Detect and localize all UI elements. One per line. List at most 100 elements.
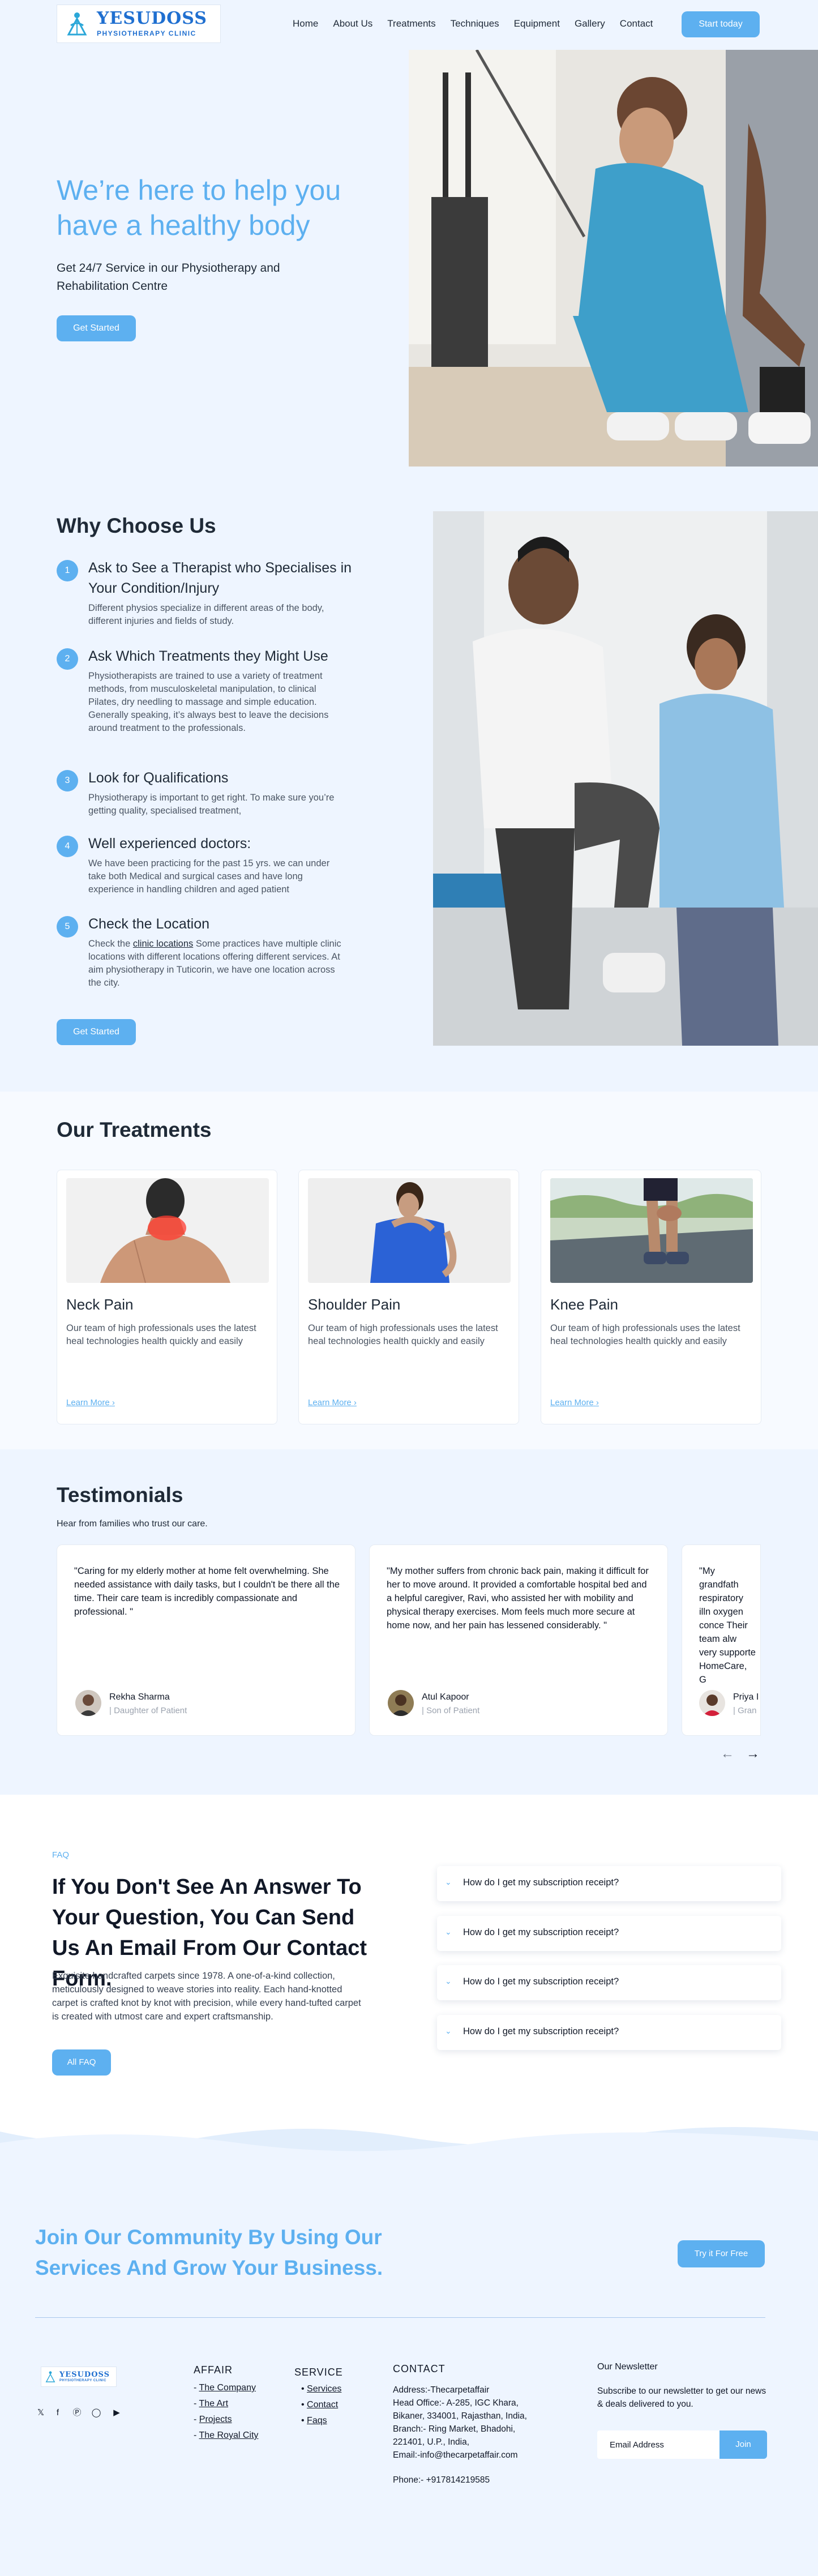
step-number-badge: 1: [57, 560, 78, 581]
join-community-title: Join Our Community By Using Our Services…: [35, 2226, 383, 2279]
testimonial-name: Priya I: [733, 1692, 759, 1702]
page: YESUDOSS PHYSIOTHERAPY CLINIC Home About…: [0, 0, 818, 2576]
carousel-prev-arrow-icon[interactable]: ←: [719, 1747, 736, 1761]
nav-contact[interactable]: Contact: [620, 18, 653, 29]
contact-address-line: 221401, U.P., India,: [393, 2437, 470, 2447]
nav-about-us[interactable]: About Us: [333, 18, 372, 29]
chevron-right-icon: ›: [353, 1398, 357, 1407]
faq-description: Exquisite handcrafted carpets since 1978…: [52, 1971, 361, 2022]
treatment-card-shoulder-pain[interactable]: Shoulder Pain Our team of high professio…: [298, 1170, 519, 1424]
newsletter-email-input[interactable]: [597, 2430, 720, 2459]
footer-link-item: Services: [301, 2381, 341, 2397]
testimonial-role: | Son of Patient: [422, 1706, 480, 1715]
avatar: [75, 1690, 101, 1716]
our-treatments-title: Our Treatments: [57, 1118, 212, 1141]
step-number-badge: 3: [57, 770, 78, 791]
why-item-text-part: Check the: [88, 939, 133, 949]
instagram-icon[interactable]: ◯: [91, 2407, 102, 2419]
newsletter-description: Subscribe to our newsletter to get our n…: [597, 2386, 766, 2409]
footer-logo[interactable]: YESUDOSS PHYSIOTHERAPY CLINIC: [41, 2367, 117, 2387]
faq-accordion-item[interactable]: ⌄ How do I get my subscription receipt?: [437, 1916, 781, 1951]
start-today-button[interactable]: Start today: [682, 11, 760, 37]
youtube-icon[interactable]: ▶: [111, 2407, 122, 2419]
why-item: 1 Ask to See a Therapist who Specialises…: [57, 558, 362, 628]
nav-equipment[interactable]: Equipment: [514, 18, 560, 29]
avatar: [699, 1690, 725, 1716]
why-get-started-button[interactable]: Get Started: [57, 1019, 136, 1045]
step-number-badge: 2: [57, 648, 78, 670]
learn-more-link[interactable]: Learn More ›: [308, 1398, 357, 1407]
nav-gallery[interactable]: Gallery: [575, 18, 605, 29]
top-navigation: YESUDOSS PHYSIOTHERAPY CLINIC Home About…: [0, 0, 818, 50]
main-menu: Home About Us Treatments Techniques Equi…: [293, 18, 667, 29]
why-item-title: Well experienced doctors:: [88, 836, 251, 851]
why-choose-us-title: Why Choose Us: [57, 514, 216, 537]
contact-email[interactable]: Email:-info@thecarpetaffair.com: [393, 2449, 563, 2462]
faq-question: How do I get my subscription receipt?: [463, 1877, 619, 1888]
footer-link-the-company[interactable]: The Company: [199, 2383, 256, 2393]
hero-get-started-button[interactable]: Get Started: [57, 315, 136, 341]
footer-divider: [35, 2317, 765, 2318]
all-faq-button[interactable]: All FAQ: [52, 2049, 111, 2076]
clinic-locations-link[interactable]: clinic locations: [133, 939, 193, 949]
footer-link-item: The Royal City: [194, 2428, 258, 2444]
testimonial-role: | Gran: [733, 1706, 757, 1715]
footer-service-links: Services Contact Faqs: [301, 2381, 341, 2429]
faq-question: How do I get my subscription receipt?: [463, 1927, 619, 1937]
testimonial-quote: "My grandfath respiratory illn oxygen co…: [699, 1566, 756, 1685]
nav-treatments[interactable]: Treatments: [387, 18, 435, 29]
footer-link-contact[interactable]: Contact: [307, 2400, 338, 2410]
avatar: [388, 1690, 414, 1716]
footer-link-the-art[interactable]: The Art: [199, 2399, 228, 2408]
learn-more-link[interactable]: Learn More ›: [66, 1398, 115, 1407]
contact-phone[interactable]: Phone:- +917814219585: [393, 2475, 490, 2485]
hero-photo-illustration: [409, 50, 818, 467]
shoulder-pain-illustration: [308, 1178, 511, 1283]
learn-more-label: Learn More: [66, 1398, 110, 1407]
treatment-title: Shoulder Pain: [308, 1296, 401, 1313]
twitter-icon[interactable]: 𝕏: [35, 2407, 46, 2419]
try-for-free-button[interactable]: Try it For Free: [678, 2240, 765, 2267]
brand-name: YESUDOSS: [97, 8, 207, 28]
knee-pain-image: [550, 1178, 753, 1283]
footer-affair-heading: AFFAIR: [194, 2364, 233, 2376]
testimonial-name: Atul Kapoor: [422, 1692, 469, 1702]
nav-home[interactable]: Home: [293, 18, 318, 29]
faq-question: How do I get my subscription receipt?: [463, 1976, 619, 1987]
facebook-icon[interactable]: f: [52, 2407, 63, 2419]
treatment-description: Our team of high professionals uses the …: [308, 1323, 498, 1346]
treatment-title: Knee Pain: [550, 1296, 618, 1313]
treatment-card-neck-pain[interactable]: Neck Pain Our team of high professionals…: [57, 1170, 277, 1424]
why-item: 5 Check the Location Check the clinic lo…: [57, 914, 362, 990]
contact-address-line: Address:-Thecarpetaffair: [393, 2385, 490, 2395]
faq-accordion-item[interactable]: ⌄ How do I get my subscription receipt?: [437, 1866, 781, 1901]
nav-techniques[interactable]: Techniques: [451, 18, 499, 29]
chevron-down-icon: ⌄: [445, 1976, 452, 1986]
contact-address-line: Branch:- Ring Market, Bhadohi,: [393, 2424, 516, 2434]
footer-link-services[interactable]: Services: [307, 2384, 341, 2394]
chevron-right-icon: ›: [596, 1398, 599, 1407]
footer-link-projects[interactable]: Projects: [199, 2415, 232, 2424]
contact-address-line: Bikaner, 334001, Rajasthan, India,: [393, 2411, 527, 2421]
learn-more-link[interactable]: Learn More ›: [550, 1398, 599, 1407]
why-item-text: Physiotherapy is important to get right.…: [88, 793, 335, 816]
brand-tagline: PHYSIOTHERAPY CLINIC: [97, 29, 196, 37]
why-item-text: We have been practicing for the past 15 …: [88, 858, 330, 895]
carousel-next-arrow-icon[interactable]: →: [744, 1747, 761, 1761]
why-item-title: Ask to See a Therapist who Specialises i…: [88, 560, 352, 596]
testimonial-card: "My mother suffers from chronic back pai…: [369, 1544, 668, 1736]
testimonial-card-partial: "My grandfath respiratory illn oxygen co…: [682, 1544, 761, 1736]
avatar-photo: [388, 1690, 414, 1716]
brand-logo[interactable]: YESUDOSS PHYSIOTHERAPY CLINIC: [57, 5, 221, 43]
pinterest-icon[interactable]: Ⓟ: [71, 2407, 83, 2419]
footer-affair-links: The Company The Art Projects The Royal C…: [194, 2380, 258, 2444]
newsletter-join-button[interactable]: Join: [720, 2430, 767, 2459]
faq-accordion-item[interactable]: ⌄ How do I get my subscription receipt?: [437, 2015, 781, 2050]
footer-link-the-royal-city[interactable]: The Royal City: [199, 2430, 258, 2440]
neck-pain-illustration: [66, 1178, 269, 1283]
chevron-down-icon: ⌄: [445, 1877, 452, 1886]
faq-accordion-item[interactable]: ⌄ How do I get my subscription receipt?: [437, 1965, 781, 2000]
treatment-card-knee-pain[interactable]: Knee Pain Our team of high professionals…: [541, 1170, 761, 1424]
learn-more-label: Learn More: [308, 1398, 352, 1407]
footer-link-faqs[interactable]: Faqs: [307, 2416, 327, 2425]
